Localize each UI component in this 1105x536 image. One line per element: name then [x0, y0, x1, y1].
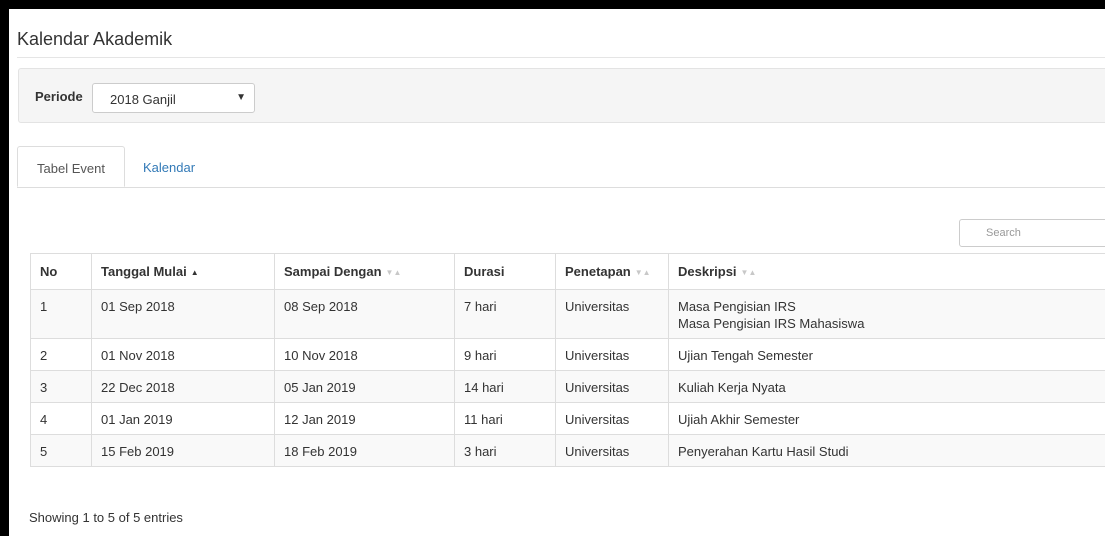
- cell-description: Masa Pengisian IRS Masa Pengisian IRS Mah…: [668, 289, 1105, 339]
- table-info: Showing 1 to 5 of 5 entries: [29, 510, 183, 525]
- description-line: Penyerahan Kartu Hasil Studi: [678, 444, 849, 459]
- table-row: 2 01 Nov 2018 10 Nov 2018 9 hari Universitas…: [30, 338, 1105, 371]
- column-header-label: Deskripsi: [678, 264, 737, 279]
- cell-description: Kuliah Kerja Nyata: [668, 370, 1105, 403]
- cell-no: 3: [30, 370, 92, 403]
- column-header-tanggal-mulai[interactable]: Tanggal Mulai ▲: [91, 253, 275, 290]
- table-row: 5 15 Feb 2019 18 Feb 2019 3 hari Universitas…: [30, 434, 1105, 467]
- tab-tabel-event[interactable]: Tabel Event: [17, 146, 125, 187]
- sort-both-icon: ▼▲: [740, 268, 757, 278]
- cell-no: 5: [30, 434, 92, 467]
- cell-duration: 14 hari: [454, 370, 556, 403]
- tab-bar: Tabel Event Kalendar: [17, 146, 1105, 188]
- cell-no: 1: [30, 289, 92, 339]
- cell-level: Universitas: [555, 289, 669, 339]
- app-frame: Kalendar Akademik Periode 2018 Ganjil ▼ …: [9, 9, 1105, 536]
- cell-level: Universitas: [555, 370, 669, 403]
- table-row: 3 22 Dec 2018 05 Jan 2019 14 hari Universita…: [30, 370, 1105, 403]
- cell-no: 2: [30, 338, 92, 371]
- cell-start-date: 01 Jan 2019: [91, 402, 275, 435]
- cell-duration: 7 hari: [454, 289, 556, 339]
- cell-end-date: 08 Sep 2018: [274, 289, 455, 339]
- divider: [17, 57, 1105, 58]
- table-header-row: No Tanggal Mulai ▲ Sampai Dengan ▼▲ Durasi Pen…: [30, 253, 1105, 290]
- sort-asc-icon: ▲: [190, 268, 199, 278]
- cell-start-date: 01 Sep 2018: [91, 289, 275, 339]
- cell-end-date: 18 Feb 2019: [274, 434, 455, 467]
- column-header-no: No: [30, 253, 92, 290]
- cell-start-date: 01 Nov 2018: [91, 338, 275, 371]
- column-header-label: No: [40, 264, 58, 279]
- events-table: No Tanggal Mulai ▲ Sampai Dengan ▼▲ Durasi Pen…: [30, 253, 1105, 467]
- column-header-label: Durasi: [464, 264, 505, 279]
- cell-level: Universitas: [555, 434, 669, 467]
- cell-no: 4: [30, 402, 92, 435]
- cell-start-date: 22 Dec 2018: [91, 370, 275, 403]
- sort-both-icon: ▼▲: [634, 268, 651, 278]
- column-header-label: Tanggal Mulai: [101, 264, 187, 279]
- periode-select-value: 2018 Ganjil: [110, 92, 176, 107]
- description-line: Masa Pengisian IRS: [678, 299, 796, 314]
- cell-level: Universitas: [555, 338, 669, 371]
- cell-description: Penyerahan Kartu Hasil Studi: [668, 434, 1105, 467]
- cell-duration: 3 hari: [454, 434, 556, 467]
- description-line: Kuliah Kerja Nyata: [678, 380, 786, 395]
- cell-description: Ujian Tengah Semester: [668, 338, 1105, 371]
- chevron-down-icon: ▼: [236, 92, 246, 103]
- page-title: Kalendar Akademik: [17, 29, 173, 49]
- sort-both-icon: ▼▲: [385, 268, 402, 278]
- column-header-label: Sampai Dengan: [284, 264, 382, 279]
- cell-start-date: 15 Feb 2019: [91, 434, 275, 467]
- cell-level: Universitas: [555, 402, 669, 435]
- periode-label: Periode: [35, 89, 83, 104]
- table-body: 1 01 Sep 2018 08 Sep 2018 7 hari Universitas…: [30, 289, 1105, 467]
- periode-select[interactable]: 2018 Ganjil ▼: [92, 83, 255, 113]
- description-line: Ujiah Akhir Semester: [678, 412, 800, 427]
- cell-end-date: 10 Nov 2018: [274, 338, 455, 371]
- table-row: 1 01 Sep 2018 08 Sep 2018 7 hari Universitas…: [30, 289, 1105, 339]
- filter-panel: Periode 2018 Ganjil ▼: [18, 68, 1105, 123]
- tab-kalendar[interactable]: Kalendar: [143, 146, 195, 187]
- cell-end-date: 12 Jan 2019: [274, 402, 455, 435]
- column-header-label: Penetapan: [565, 264, 631, 279]
- cell-description: Ujiah Akhir Semester: [668, 402, 1105, 435]
- column-header-durasi: Durasi: [454, 253, 556, 290]
- table-row: 4 01 Jan 2019 12 Jan 2019 11 hari Universita…: [30, 402, 1105, 435]
- column-header-sampai-dengan[interactable]: Sampai Dengan ▼▲: [274, 253, 455, 290]
- cell-duration: 9 hari: [454, 338, 556, 371]
- cell-end-date: 05 Jan 2019: [274, 370, 455, 403]
- description-line: Ujian Tengah Semester: [678, 348, 813, 363]
- cell-duration: 11 hari: [454, 402, 556, 435]
- search-input[interactable]: [959, 219, 1105, 247]
- description-line: Masa Pengisian IRS Mahasiswa: [678, 316, 865, 331]
- column-header-penetapan[interactable]: Penetapan ▼▲: [555, 253, 669, 290]
- column-header-deskripsi[interactable]: Deskripsi ▼▲: [668, 253, 1105, 290]
